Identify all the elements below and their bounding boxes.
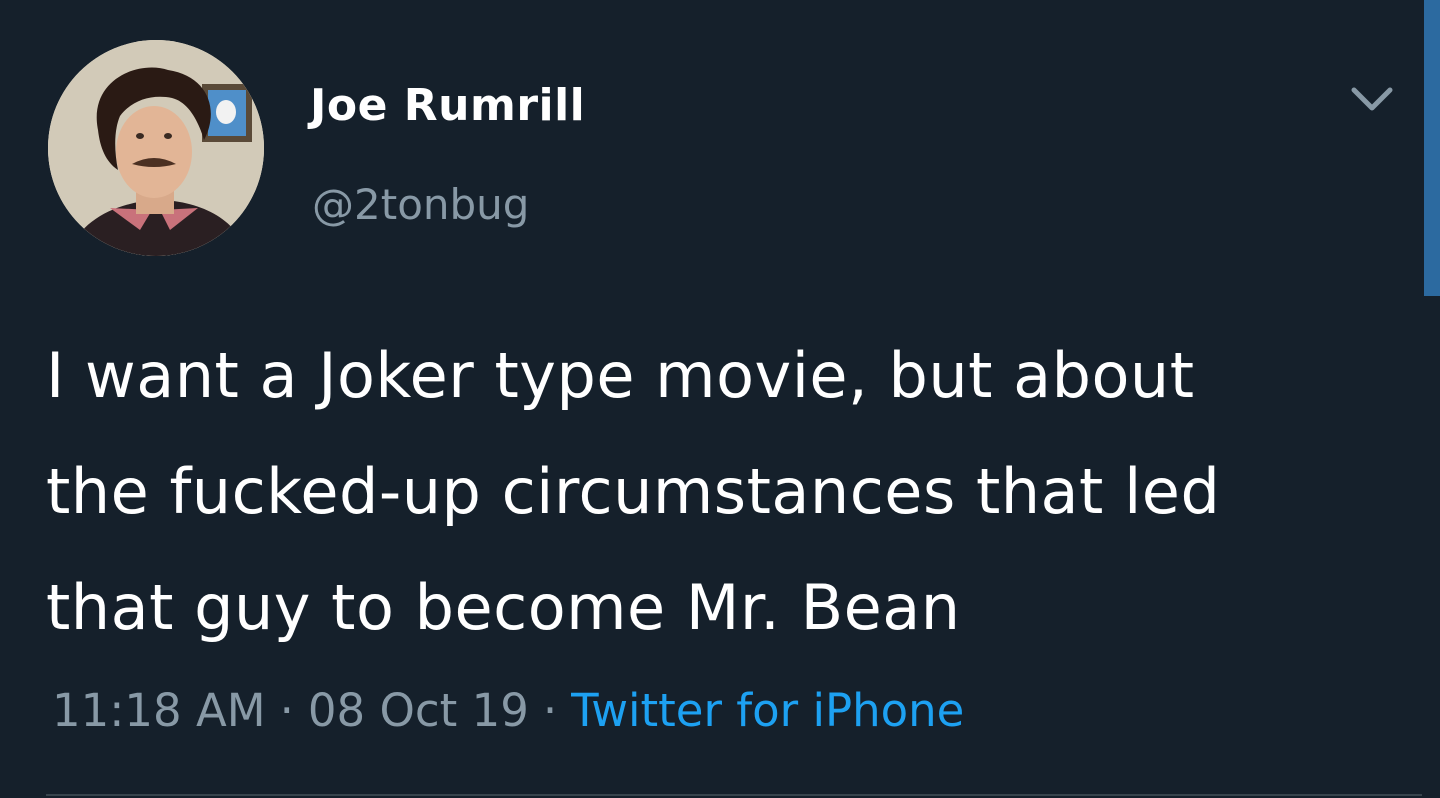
scrollbar[interactable] bbox=[1424, 0, 1440, 296]
avatar[interactable] bbox=[48, 40, 264, 256]
tweet-card: Joe Rumrill @2tonbug I want a Joker type… bbox=[0, 0, 1440, 798]
tweet-text-line: I want a Joker type movie, but about bbox=[46, 339, 1195, 412]
tweet-source-link[interactable]: Twitter for iPhone bbox=[571, 684, 964, 737]
separator-dot: · bbox=[542, 684, 558, 737]
chevron-down-icon[interactable] bbox=[1346, 80, 1398, 120]
tweet-text-line: that guy to become Mr. Bean bbox=[46, 571, 961, 644]
tweet-meta: 11:18 AM · 08 Oct 19 · Twitter for iPhone bbox=[52, 680, 964, 742]
tweet-time[interactable]: 11:18 AM bbox=[52, 684, 266, 737]
tweet-text-line: the fucked-up circumstances that led bbox=[46, 455, 1221, 528]
separator-dot: · bbox=[279, 684, 294, 737]
avatar-photo bbox=[48, 40, 264, 256]
author-display-name[interactable]: Joe Rumrill bbox=[310, 78, 585, 134]
divider bbox=[46, 794, 1422, 796]
tweet-date[interactable]: 08 Oct 19 bbox=[308, 684, 529, 737]
tweet-text: I want a Joker type movie, but about the… bbox=[46, 318, 1406, 666]
author-handle[interactable]: @2tonbug bbox=[312, 178, 529, 232]
